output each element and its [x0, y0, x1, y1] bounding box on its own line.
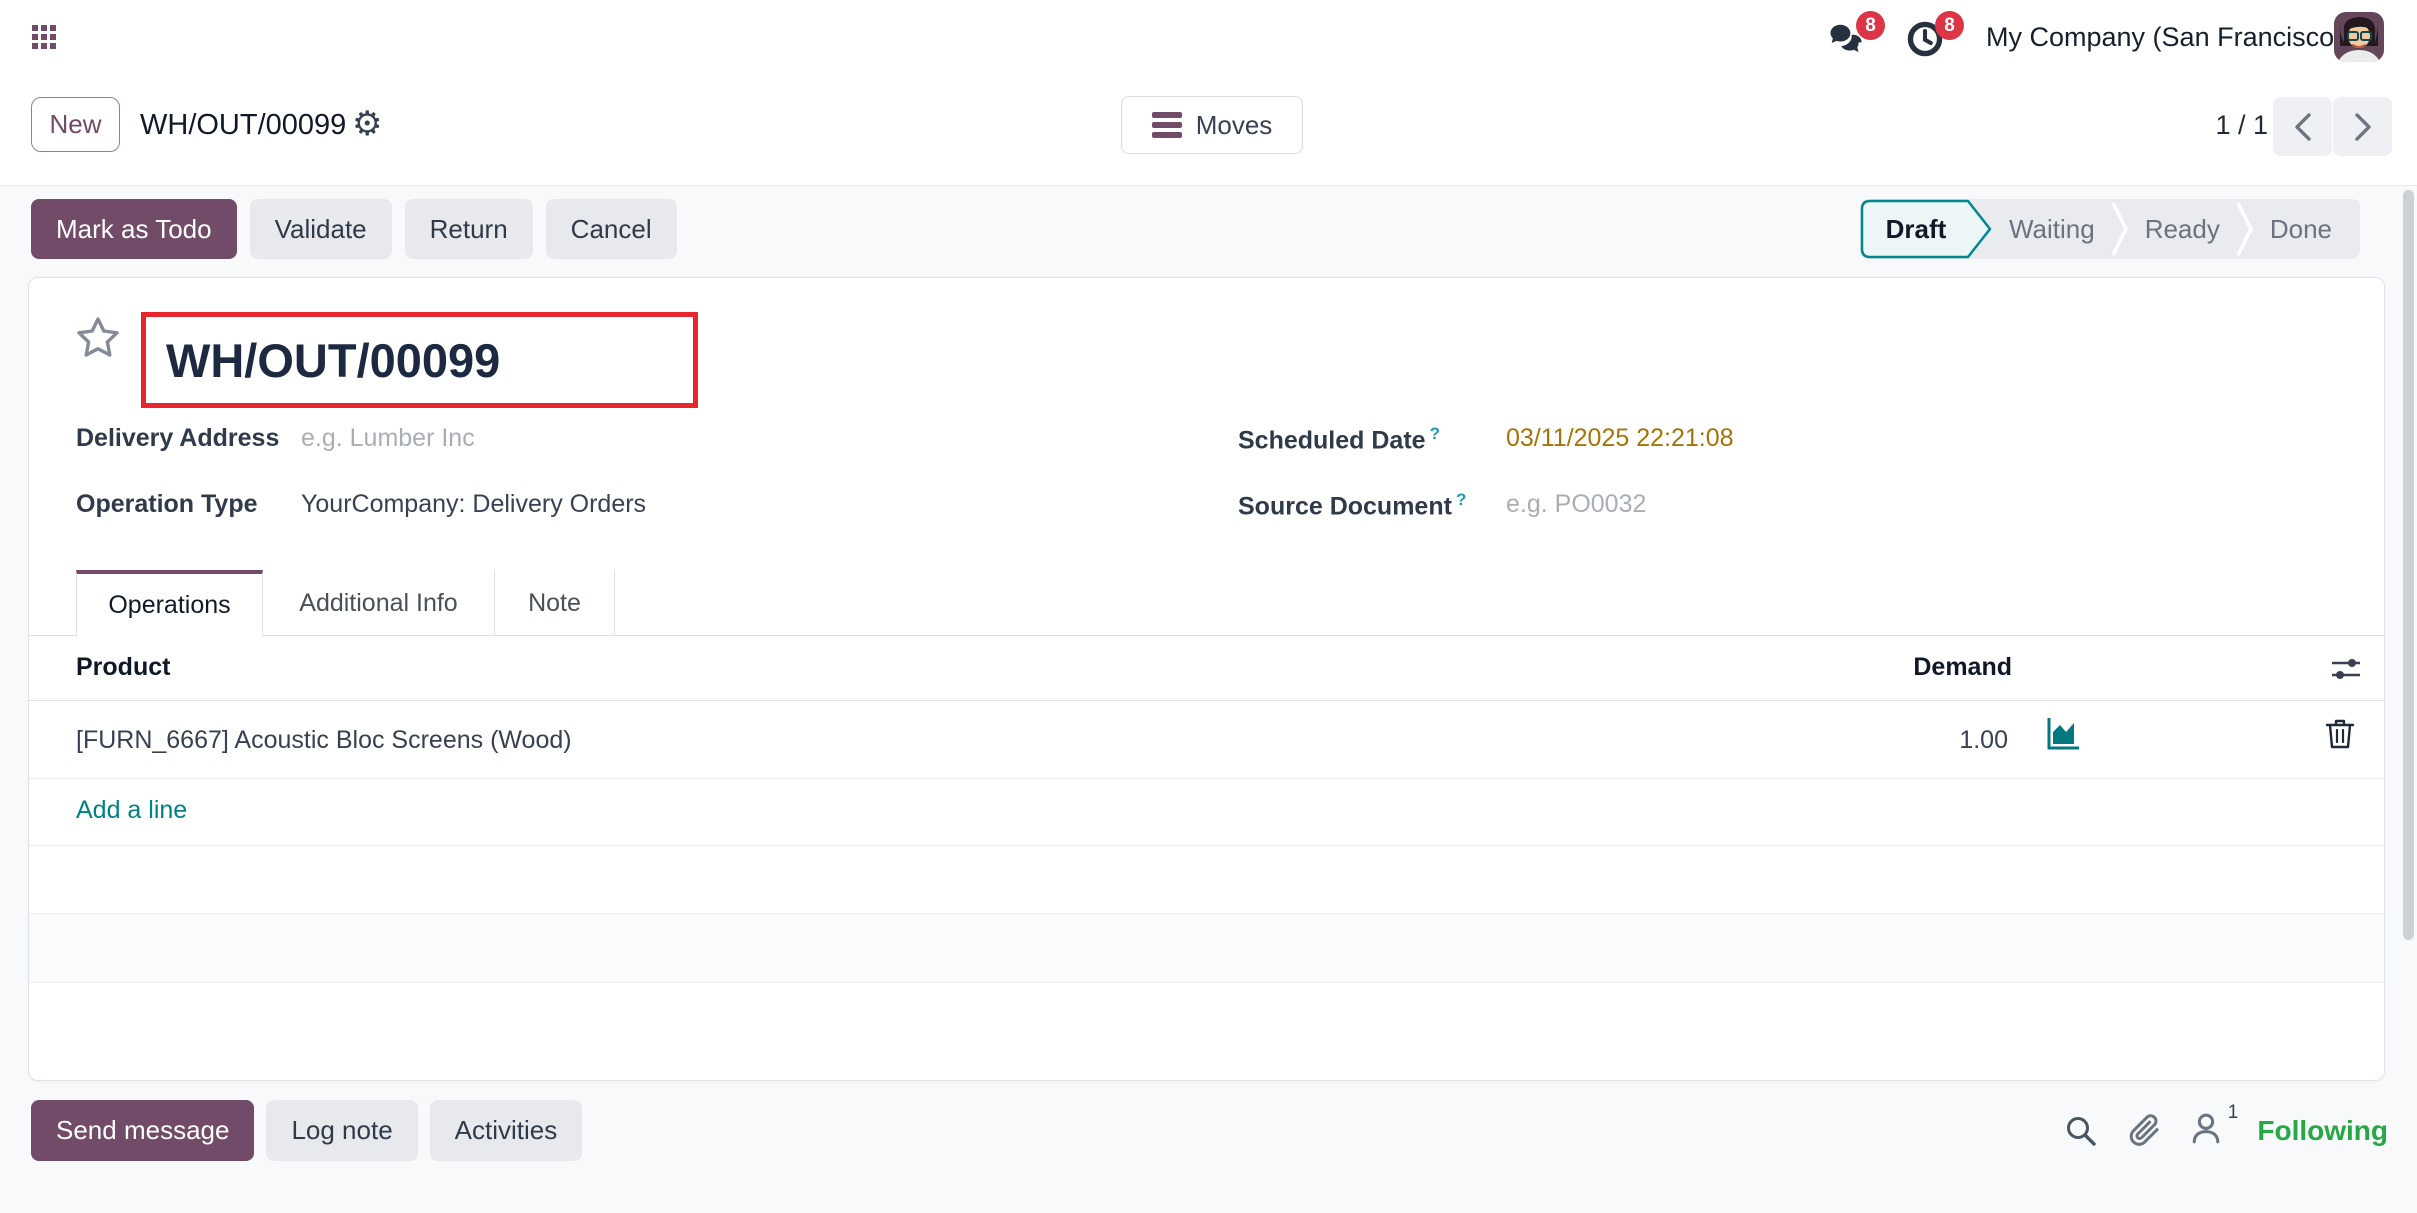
- user-avatar[interactable]: [2334, 12, 2384, 62]
- favorite-star-icon[interactable]: [74, 314, 122, 362]
- source-document-label: Source Document?: [1238, 490, 1466, 521]
- product-cell[interactable]: [FURN_6667] Acoustic Bloc Screens (Wood): [76, 726, 572, 755]
- moves-label: Moves: [1196, 110, 1273, 141]
- activities-clock-icon[interactable]: 8: [1906, 20, 1948, 60]
- help-marker: ?: [1430, 424, 1440, 443]
- optional-columns-icon[interactable]: [2331, 656, 2361, 682]
- status-action-buttons: Mark as Todo Validate Return Cancel: [31, 199, 677, 259]
- source-document-field[interactable]: e.g. PO0032: [1506, 490, 1646, 519]
- company-switcher[interactable]: My Company (San Francisco): [1986, 0, 2343, 74]
- chevron-right-icon: [2352, 112, 2374, 142]
- cancel-button[interactable]: Cancel: [546, 199, 677, 259]
- status-step-done[interactable]: Done: [2254, 199, 2360, 259]
- add-a-line-link[interactable]: Add a line: [76, 796, 187, 825]
- chevron-left-icon: [2292, 112, 2314, 142]
- scheduled-date-label: Scheduled Date?: [1238, 424, 1440, 455]
- pager-count: 1 / 1: [2200, 96, 2268, 154]
- gear-icon[interactable]: ⚙: [352, 96, 382, 154]
- send-message-button[interactable]: Send message: [31, 1100, 254, 1161]
- forecast-chart-icon[interactable]: [2045, 715, 2081, 751]
- status-separator-icon: [2111, 200, 2129, 258]
- status-step-ready[interactable]: Ready: [2129, 199, 2236, 259]
- top-navbar: 8 8 My Company (San Francisco): [0, 0, 2417, 74]
- empty-row: [29, 983, 2384, 1080]
- apps-grid-icon[interactable]: [32, 25, 56, 49]
- help-marker: ?: [1456, 490, 1466, 509]
- scheduled-date-field[interactable]: 03/11/2025 22:21:08: [1506, 424, 1734, 453]
- delete-row-trash-icon[interactable]: [2325, 718, 2355, 750]
- row-divider: [29, 778, 2384, 779]
- delivery-address-label: Delivery Address: [76, 424, 279, 453]
- tab-operations[interactable]: Operations: [76, 570, 263, 637]
- pager-next-button[interactable]: [2333, 97, 2392, 156]
- notebook-tabs: Operations Additional Info Note: [29, 570, 2384, 636]
- chatter-tools: 1 Following: [2064, 1100, 2388, 1161]
- following-button[interactable]: Following: [2257, 1115, 2388, 1147]
- highlight-rectangle: WH/OUT/00099: [141, 312, 698, 408]
- record-name-field[interactable]: WH/OUT/00099: [166, 333, 500, 388]
- table-header-divider: [29, 700, 2384, 701]
- status-separator-icon: [2236, 200, 2254, 258]
- messages-badge: 8: [1856, 11, 1885, 40]
- log-note-button[interactable]: Log note: [266, 1100, 417, 1161]
- breadcrumb-title: WH/OUT/00099: [140, 96, 346, 154]
- search-messages-icon[interactable]: [2064, 1114, 2098, 1148]
- statusbar: Draft Waiting Ready Done: [1860, 199, 2360, 259]
- moves-button[interactable]: Moves: [1121, 96, 1303, 154]
- tab-note[interactable]: Note: [495, 570, 615, 636]
- form-view: Mark as Todo Validate Return Cancel Draf…: [0, 186, 2417, 1213]
- followers-icon[interactable]: 1: [2188, 1110, 2224, 1151]
- control-panel: New WH/OUT/00099 ⚙ Moves 1 / 1: [0, 74, 2417, 186]
- operation-type-field[interactable]: YourCompany: Delivery Orders: [301, 490, 646, 519]
- followers-count: 1: [2228, 1102, 2239, 1124]
- empty-row: [29, 914, 2384, 983]
- operation-type-label: Operation Type: [76, 490, 258, 519]
- mark-as-todo-button[interactable]: Mark as Todo: [31, 199, 237, 259]
- status-step-draft[interactable]: Draft: [1860, 199, 1993, 259]
- tab-additional-info[interactable]: Additional Info: [263, 570, 495, 636]
- activities-button[interactable]: Activities: [430, 1100, 583, 1161]
- activities-badge: 8: [1935, 11, 1964, 40]
- column-header-demand: Demand: [1913, 653, 2012, 682]
- status-step-waiting[interactable]: Waiting: [1993, 199, 2111, 259]
- chatter-buttons: Send message Log note Activities: [31, 1100, 582, 1161]
- return-button[interactable]: Return: [405, 199, 533, 259]
- odoo-app-window: 8 8 My Company (San Francisco): [0, 0, 2417, 1213]
- demand-cell[interactable]: 1.00: [1959, 726, 2008, 755]
- validate-button[interactable]: Validate: [250, 199, 392, 259]
- empty-row: [29, 846, 2384, 914]
- delivery-address-field[interactable]: e.g. Lumber Inc: [301, 424, 475, 453]
- vertical-scrollbar[interactable]: [2403, 190, 2414, 940]
- breadcrumb-new-button[interactable]: New: [31, 97, 120, 152]
- attachment-paperclip-icon[interactable]: [2125, 1113, 2161, 1149]
- form-sheet: WH/OUT/00099 Delivery Address e.g. Lumbe…: [28, 277, 2385, 1081]
- hamburger-icon: [1152, 111, 1182, 139]
- messages-icon[interactable]: 8: [1827, 20, 1869, 60]
- column-header-product: Product: [76, 653, 170, 682]
- pager-previous-button[interactable]: [2273, 97, 2332, 156]
